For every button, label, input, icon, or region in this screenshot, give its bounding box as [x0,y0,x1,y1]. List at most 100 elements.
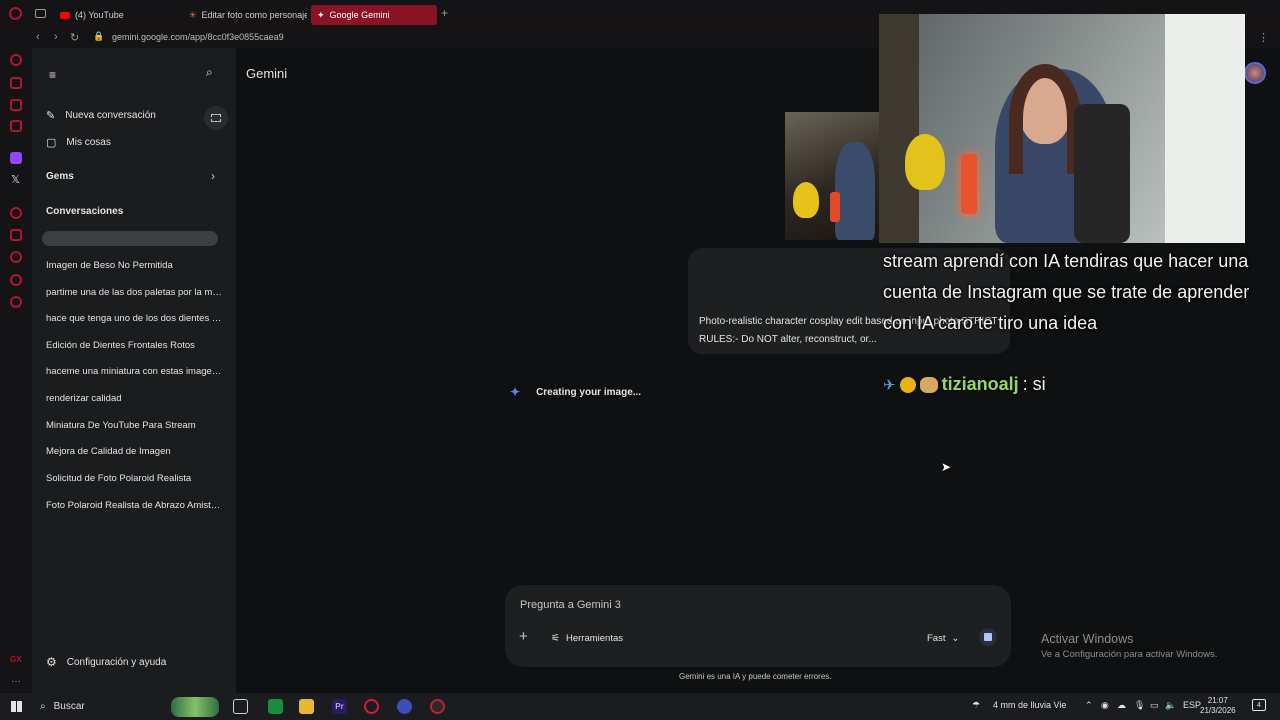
taskbar-search-label: Buscar [53,701,85,712]
tab-editar-foto[interactable]: ✳ Editar foto como personaje [183,5,307,25]
library-icon: ▢ [46,137,57,149]
emote-badge-icon [919,376,938,393]
pinboard-icon[interactable] [10,229,22,241]
gear-icon: ⚙ [46,655,57,669]
weather-text[interactable]: 4 mm de lluvia Vie [993,700,1066,710]
gaming-chair [1074,104,1130,243]
gemini-star-icon: ✳ [189,9,197,20]
messenger-icon[interactable] [10,120,22,132]
notification-icon[interactable]: 4 [1252,699,1266,711]
stop-square-icon [984,633,992,641]
user-avatar[interactable] [1244,62,1266,84]
clock-date: 21/3/2026 [1200,706,1236,715]
opera-gx-icon[interactable] [364,699,379,714]
lamp-glow [961,154,977,214]
conversation-item[interactable]: Edición de Dientes Frontales Rotos [46,340,222,351]
conversation-item[interactable]: Solicitud de Foto Polaroid Realista [46,473,222,484]
gemini-sidebar: ≡ ⌕ ✎ Nueva conversación ▢ Mis cosas Gem… [32,48,236,693]
stop-generation-button[interactable] [979,628,997,646]
extensions-icon[interactable] [10,274,22,286]
reload-icon[interactable]: ↻ [70,31,79,44]
gemini-brand-title[interactable]: Gemini [246,66,287,81]
volume-icon[interactable]: 🔈 [1165,700,1176,711]
prompt-composer: Pregunta a Gemini 3 + ⚟ Herramientas Fas… [505,585,1011,667]
conversation-item[interactable]: hace que tenga uno de los dos dientes ro… [46,313,222,324]
clock-time: 21:07 [1207,696,1228,705]
windows-start-icon[interactable] [11,701,22,712]
tray-chevron-up-icon[interactable]: ⌃ [1085,700,1093,711]
language-indicator[interactable]: ESP [1183,700,1201,710]
activate-windows-watermark: Activar Windows Ve a Configuración para … [1041,632,1217,660]
activate-windows-subtitle: Ve a Configuración para activar Windows. [1041,649,1218,660]
conversation-item[interactable]: renderizar calidad [46,393,222,404]
tray-app-icon[interactable]: ◉ [1101,700,1109,711]
app-b-icon[interactable] [268,699,283,714]
conversation-item[interactable]: haceme una miniatura con estas imagenes [46,366,222,377]
bag-icon[interactable] [10,77,22,89]
x-twitter-icon[interactable]: 𝕏 [11,173,20,186]
url-field[interactable]: gemini.google.com/app/8cc0f3e0855caea9 [112,32,284,42]
temporary-chat-icon[interactable] [204,106,228,130]
chat-icon[interactable] [10,99,22,111]
gemini-spark-loading-icon: ✦ [510,385,521,399]
settings-help-button[interactable]: ⚙ Configuración y ayuda [46,655,166,669]
screen: (4) YouTube ✳ Editar foto como personaje… [0,0,1280,720]
mode-label: Fast [927,633,946,644]
forward-icon[interactable]: › [54,31,58,43]
gemini-spark-icon: ✦ [317,9,325,20]
aria-icon[interactable] [10,54,22,66]
conversation-item[interactable]: Foto Polaroid Realista de Abrazo Amistos… [46,500,222,511]
tab-google-gemini-label: Google Gemini [329,10,390,20]
system-clock[interactable]: 21:07 21/3/2026 [1200,696,1236,716]
new-chat-button[interactable]: ✎ Nueva conversación [46,109,156,122]
settings-gear-icon[interactable] [10,296,22,308]
back-icon[interactable]: ‹ [36,31,40,43]
conversation-item[interactable]: Miniatura De YouTube Para Stream [46,420,222,431]
cloud-icon[interactable]: ☁ [1117,700,1126,711]
vip-badge-icon [899,376,916,393]
player-icon[interactable] [10,207,22,219]
file-explorer-icon[interactable] [299,699,314,714]
discord-icon[interactable] [397,699,412,714]
tab-youtube[interactable]: (4) YouTube [54,5,180,25]
lock-icon: 🔒 [93,31,105,41]
gems-link[interactable]: Gems [46,171,74,182]
generation-status: ✦ Creating your image... [510,385,641,399]
microphone-icon[interactable]: 🎙 [1134,700,1145,711]
history-icon[interactable] [10,251,22,263]
tab-youtube-label: (4) YouTube [75,10,124,20]
hamburger-menu-icon[interactable]: ≡ [49,68,56,82]
task-view-icon[interactable] [233,699,248,714]
tab-google-gemini[interactable]: ✦ Google Gemini [311,5,437,25]
conversation-item[interactable]: partime una de las dos paletas por la mi… [46,287,222,298]
gx-icon[interactable]: GX [10,655,22,664]
search-icon[interactable]: ⌕ [206,65,213,80]
prompt-input[interactable]: Pregunta a Gemini 3 [520,599,621,611]
mode-selector[interactable]: Fast ⌄ [927,633,959,644]
chevron-down-icon: ⌄ [951,633,960,644]
windows-taskbar: ⌕ Buscar Pr ☂ 4 mm de lluvia Vie ⌃ ◉ ☁ 🎙… [0,693,1280,720]
my-stuff-button[interactable]: ▢ Mis cosas [46,136,111,149]
lamp-glow [830,192,840,222]
taskbar-search[interactable]: ⌕ Buscar [34,695,229,718]
add-plus-icon[interactable]: + [519,628,528,645]
chevron-right-icon[interactable]: › [211,169,215,183]
chat-username: tizianoalj [941,374,1019,394]
tab-overview-icon[interactable] [35,9,46,18]
duck-figure [793,182,819,218]
browser-menu-icon[interactable]: ⋮ [1258,31,1269,44]
opera-sidebar: 𝕏 GX … [0,48,32,693]
network-icon[interactable]: ▭ [1150,700,1159,711]
twitch-icon[interactable] [10,152,22,164]
opera-logo-icon[interactable] [9,7,22,20]
webcam-overlay-secondary [785,112,881,240]
my-stuff-label: Mis cosas [66,137,111,148]
more-dots-icon[interactable]: … [11,674,21,685]
obs-icon[interactable] [430,699,445,714]
conversation-item[interactable]: Imagen de Beso No Permitida [46,260,222,271]
search-highlight-image [171,696,219,717]
premiere-pro-icon[interactable]: Pr [332,699,347,714]
tools-button[interactable]: ⚟ Herramientas [551,633,623,644]
new-tab-plus-icon[interactable]: + [441,6,448,20]
conversation-item[interactable]: Mejora de Calidad de Imagen [46,446,222,457]
